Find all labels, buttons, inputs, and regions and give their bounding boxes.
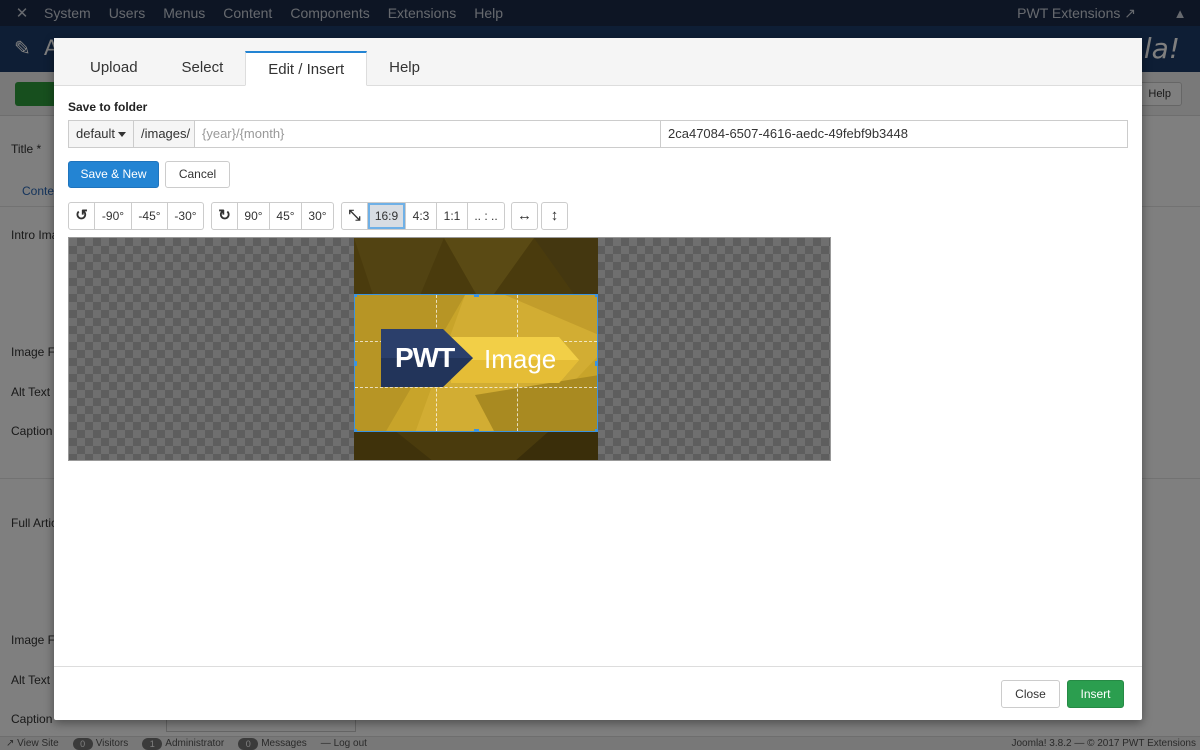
rotate-minus-30-button[interactable]: -30° xyxy=(168,202,204,230)
subfolder-input[interactable]: {year}/{month} xyxy=(195,120,661,148)
rotate-left-group: ↺ -90° -45° -30° xyxy=(68,202,204,230)
rotate-left-icon[interactable]: ↺ xyxy=(68,202,95,230)
ratio-16-9-button[interactable]: 16:9 xyxy=(368,202,406,230)
aspect-ratio-group: ⤡ 16:9 4:3 1:1 .. : .. xyxy=(341,202,505,230)
folder-path-row: default /images/ {year}/{month} 2ca47084… xyxy=(68,120,1128,148)
crop-grid-line xyxy=(355,387,597,388)
image-modal: Upload Select Edit / Insert Help Save to… xyxy=(54,38,1142,720)
tab-select[interactable]: Select xyxy=(160,51,246,85)
crop-handle[interactable] xyxy=(355,361,357,366)
save-new-button[interactable]: Save & New xyxy=(68,161,159,188)
logo-pwt-badge: PWT xyxy=(381,329,473,387)
rotate-90-button[interactable]: 90° xyxy=(238,202,270,230)
tab-edit-insert[interactable]: Edit / Insert xyxy=(245,51,368,86)
cancel-button[interactable]: Cancel xyxy=(165,161,230,188)
image-editor-canvas[interactable]: Image PWT xyxy=(68,237,831,461)
folder-dropdown-value: default xyxy=(76,126,116,141)
logo-image-text: Image xyxy=(484,344,557,374)
crop-box[interactable]: Image PWT xyxy=(354,294,598,432)
flip-horizontal-icon[interactable]: ↔ xyxy=(511,202,538,230)
crop-handle[interactable] xyxy=(474,295,479,297)
rotate-right-group: ↻ 90° 45° 30° xyxy=(211,202,334,230)
crop-handle[interactable] xyxy=(595,429,597,431)
crop-handle[interactable] xyxy=(355,295,357,297)
crop-handle[interactable] xyxy=(595,295,597,297)
flip-vertical-icon[interactable]: ↕ xyxy=(541,202,568,230)
rotate-30-button[interactable]: 30° xyxy=(302,202,334,230)
ratio-free-button[interactable]: .. : .. xyxy=(468,202,505,230)
modal-footer: Close Insert xyxy=(54,666,1142,720)
filename-input[interactable]: 2ca47084-6507-4616-aedc-49febf9b3448 xyxy=(661,120,1128,148)
flip-horizontal-group: ↔ xyxy=(511,202,538,230)
insert-button[interactable]: Insert xyxy=(1067,680,1124,708)
crop-handle[interactable] xyxy=(355,429,357,431)
folder-prefix: /images/ xyxy=(134,120,195,148)
close-button[interactable]: Close xyxy=(1001,680,1060,708)
rotate-right-icon[interactable]: ↻ xyxy=(211,202,238,230)
crop-handle[interactable] xyxy=(474,429,479,431)
modal-tabs: Upload Select Edit / Insert Help xyxy=(54,38,1142,86)
ratio-4-3-button[interactable]: 4:3 xyxy=(406,202,437,230)
ratio-1-1-button[interactable]: 1:1 xyxy=(437,202,468,230)
logo-pwt-text: PWT xyxy=(395,342,455,373)
rotate-minus-90-button[interactable]: -90° xyxy=(95,202,132,230)
crop-free-icon[interactable]: ⤡ xyxy=(341,202,368,230)
tab-upload[interactable]: Upload xyxy=(68,51,160,85)
caret-down-icon xyxy=(118,131,126,137)
tab-help[interactable]: Help xyxy=(367,51,442,85)
rotate-45-button[interactable]: 45° xyxy=(270,202,302,230)
rotate-minus-45-button[interactable]: -45° xyxy=(132,202,168,230)
save-to-folder-label: Save to folder xyxy=(68,100,148,114)
crop-handle[interactable] xyxy=(595,361,597,366)
flip-vertical-group: ↕ xyxy=(541,202,568,230)
folder-dropdown[interactable]: default xyxy=(68,120,134,148)
